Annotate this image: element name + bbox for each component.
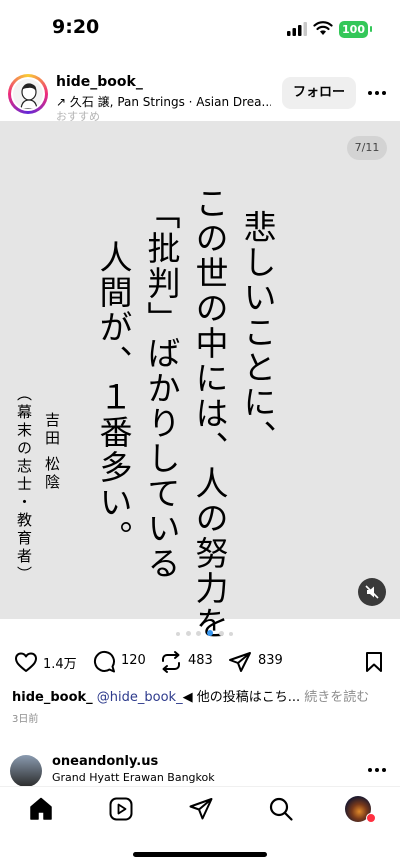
avatar[interactable] [13,79,43,109]
carousel-dot [186,631,191,636]
follow-button[interactable]: フォロー [282,77,356,109]
heart-icon[interactable] [14,650,38,674]
wifi-icon [313,21,333,35]
next-post-username[interactable]: oneandonly.us [52,754,158,769]
send-icon[interactable] [188,796,214,822]
repost-count[interactable]: 483 [188,653,213,668]
battery-icon: 100 [339,21,368,38]
search-icon[interactable] [268,796,294,822]
notification-dot [366,813,376,823]
avatar-illustration [20,83,38,109]
status-time: 9:20 [52,16,100,38]
post-username[interactable]: hide_book_ [56,74,143,90]
more-icon[interactable] [365,85,389,101]
share-icon[interactable] [228,650,252,674]
home-indicator [133,852,267,857]
quote-line-2: この世の中には、人の努力を [190,186,229,641]
next-post-more-icon[interactable] [365,762,389,778]
next-post-avatar[interactable] [10,755,42,787]
mute-button[interactable] [358,578,386,606]
caption: hide_book_ @hide_book_◀ 他の投稿はこち... 続きを読む [12,686,392,705]
like-count[interactable]: 1.4万 [43,653,77,672]
carousel-dot [176,632,180,636]
battery-nub [370,26,372,32]
quote-author-title: （幕末の志士・教育者） [15,386,33,584]
share-count[interactable]: 839 [258,653,283,668]
read-more-link[interactable]: 続きを読む [304,690,369,705]
quote-line-4: 人間が、１番多い。 [94,240,133,555]
quote-line-1: 悲しいことに、 [238,210,277,455]
quote-author: 吉田 松陰 [43,412,61,492]
carousel-counter: 7/11 [347,136,387,160]
mute-icon [365,585,379,599]
post-date: 3日前 [12,714,39,725]
reels-icon[interactable] [108,796,134,822]
comment-count[interactable]: 120 [121,653,146,668]
comment-icon[interactable] [92,650,116,674]
caption-mention[interactable]: @hide_book_ [97,690,183,705]
caption-text: ◀ 他の投稿はこち... [182,690,301,705]
quote-line-3: 「批判」ばかりしている [142,196,181,581]
bookmark-icon[interactable] [362,650,386,674]
caption-username[interactable]: hide_book_ [12,690,93,705]
carousel-dot [229,632,233,636]
home-icon[interactable] [28,796,54,822]
carousel-dot [219,631,224,636]
repost-icon[interactable] [159,650,183,674]
signal-icon [287,22,307,36]
next-post-location[interactable]: Grand Hyatt Erawan Bangkok [52,771,272,785]
carousel-dot [196,631,201,636]
carousel-dot-active [207,630,213,636]
